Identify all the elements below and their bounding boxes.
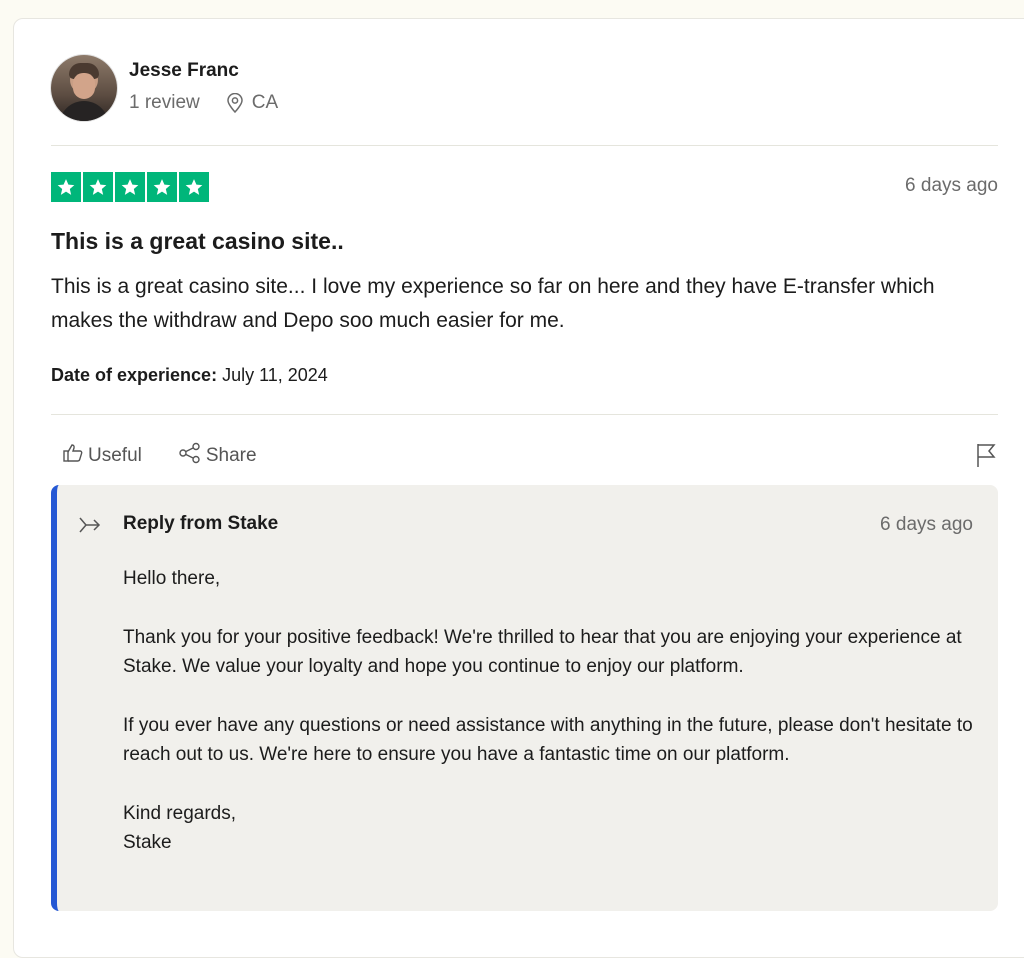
reply-signoff: Kind regards, Stake	[123, 799, 983, 857]
reply-sign-off: Kind regards,	[123, 803, 237, 824]
company-reply: Reply from Stake 6 days ago Hello there,…	[51, 485, 998, 911]
header-divider	[51, 145, 998, 146]
experience-date: July 11, 2024	[222, 365, 328, 385]
star-icon	[51, 172, 81, 202]
location-pin-icon	[226, 93, 244, 113]
actions-divider	[51, 414, 998, 415]
reviewer-location: CA	[251, 92, 279, 113]
reply-signature: Stake	[123, 832, 172, 853]
date-of-experience: Date of experience: July 11, 2024	[51, 365, 328, 386]
share-label: Share	[205, 445, 257, 466]
reviewer-name[interactable]: Jesse Franc	[129, 60, 239, 82]
review-date: 6 days ago	[905, 175, 998, 196]
review-count: 1 review	[129, 92, 200, 113]
useful-button[interactable]: Useful	[62, 442, 142, 470]
reply-text: Hello there, Thank you for your positive…	[123, 564, 983, 857]
reply-date: 6 days ago	[880, 514, 973, 535]
star-icon	[83, 172, 113, 202]
reply-arrow-icon	[78, 515, 102, 540]
review-body: This is a great casino site... I love my…	[51, 275, 935, 332]
star-icon	[115, 172, 145, 202]
experience-label: Date of experience:	[51, 365, 218, 385]
reply-paragraph: Hello there,	[123, 568, 221, 589]
reply-paragraph: Thank you for your positive feedback! We…	[123, 627, 962, 677]
star-rating	[51, 172, 209, 202]
thumbs-up-icon	[62, 442, 84, 470]
share-icon	[178, 442, 202, 470]
star-icon	[179, 172, 209, 202]
reply-paragraph: If you ever have any questions or need a…	[123, 715, 973, 765]
star-icon	[147, 172, 177, 202]
review-actions: Useful Share	[62, 442, 257, 470]
useful-label: Useful	[88, 445, 142, 466]
share-button[interactable]: Share	[178, 442, 257, 470]
reviewer-meta: 1 review CA	[129, 92, 278, 114]
review-title: This is a great casino site..	[51, 228, 344, 254]
avatar[interactable]	[51, 55, 117, 121]
reply-title: Reply from Stake	[123, 513, 279, 534]
flag-icon[interactable]	[975, 442, 997, 473]
